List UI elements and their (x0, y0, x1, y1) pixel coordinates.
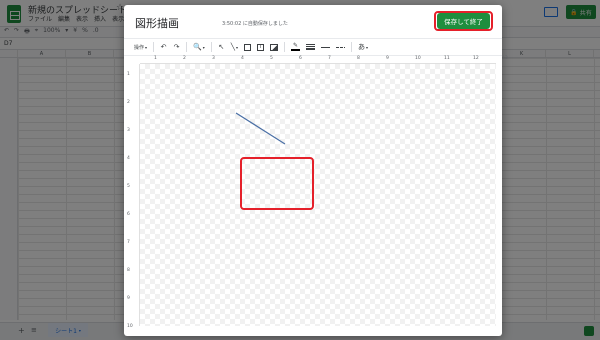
ruler-tick-label: 10 (415, 56, 421, 61)
ruler-tick-label: 1 (127, 72, 130, 77)
ruler-tick-label: 3 (212, 56, 215, 61)
shape-icon[interactable] (244, 42, 251, 52)
drawn-line[interactable] (235, 112, 286, 145)
line-color-icon[interactable]: ✎ (291, 42, 300, 52)
ruler-tick-label: 4 (241, 56, 244, 61)
drawing-toolbar: 操作 ▾ ↶ ↷ 🔍 ▾ ↖ ╲ ▾ T ✎ あ ▾ (124, 38, 502, 56)
save-and-close-button[interactable]: 保存して終了 (437, 13, 490, 29)
image-icon[interactable] (270, 42, 278, 52)
ruler-tick-label: 9 (127, 296, 130, 301)
line-weight-icon[interactable] (306, 42, 315, 52)
drawing-canvas[interactable] (140, 64, 496, 326)
chevron-down-icon: ▾ (366, 44, 369, 50)
toolbar-divider (153, 42, 155, 52)
vertical-ruler: 1 2 3 4 5 6 7 8 9 10 (124, 64, 140, 329)
ruler-tick-label: 6 (127, 212, 130, 217)
undo-icon[interactable]: ↶ (160, 42, 167, 52)
drawn-line-layer (235, 112, 286, 145)
ruler-tick-label: 5 (270, 56, 273, 61)
ruler-tick-label: 6 (299, 56, 302, 61)
ruler-tick-label: 11 (444, 56, 450, 61)
ruler-tick-label: 7 (328, 56, 331, 61)
actions-label: 操作 (134, 44, 145, 51)
ruler-tick-label: 1 (154, 56, 157, 61)
select-icon[interactable]: ↖ (218, 42, 225, 52)
horizontal-ruler: 1 2 3 4 5 6 7 8 9 10 11 12 13 (140, 56, 508, 64)
toolbar-divider (284, 42, 285, 52)
drawing-dialog: 図形描画 3:50:02 に自動保存しました 保存して終了 操作 ▾ ↶ ↷ 🔍… (124, 5, 508, 336)
line-tool-icon[interactable]: ╲ ▾ (231, 42, 238, 52)
ruler-tick-label: 10 (127, 324, 133, 329)
toolbar-divider (351, 42, 352, 52)
ruler-tick-label: 5 (127, 184, 130, 189)
dialog-title: 図形描画 (135, 17, 179, 30)
ruler-tick-label: 12 (473, 56, 479, 61)
ruler-tick-label: 2 (127, 100, 130, 105)
autosave-status: 3:50:02 に自動保存しました (222, 21, 288, 27)
chevron-down-icon: ▾ (145, 44, 148, 50)
ruler-tick-label: 8 (127, 268, 130, 273)
ruler-tick-label: 4 (127, 156, 130, 161)
ruler-tick-label: 3 (127, 128, 130, 133)
font-label: あ (358, 43, 365, 51)
ruler-tick-label: 13 (502, 56, 508, 61)
toolbar-divider (186, 42, 188, 52)
toolbar-divider (210, 42, 212, 52)
ruler-tick-label: 7 (127, 240, 130, 245)
line-start-icon[interactable] (336, 42, 345, 52)
redo-icon[interactable]: ↷ (173, 42, 180, 52)
zoom-icon[interactable]: 🔍 ▾ (193, 42, 205, 52)
actions-menu[interactable]: 操作 ▾ (134, 42, 147, 52)
font-menu[interactable]: あ ▾ (358, 42, 368, 52)
text-box-icon[interactable]: T (257, 42, 264, 52)
line-dash-icon[interactable] (321, 42, 330, 52)
ruler-tick-label: 2 (183, 56, 186, 61)
ruler-tick-label: 8 (357, 56, 360, 61)
ruler-tick-label: 9 (386, 56, 389, 61)
